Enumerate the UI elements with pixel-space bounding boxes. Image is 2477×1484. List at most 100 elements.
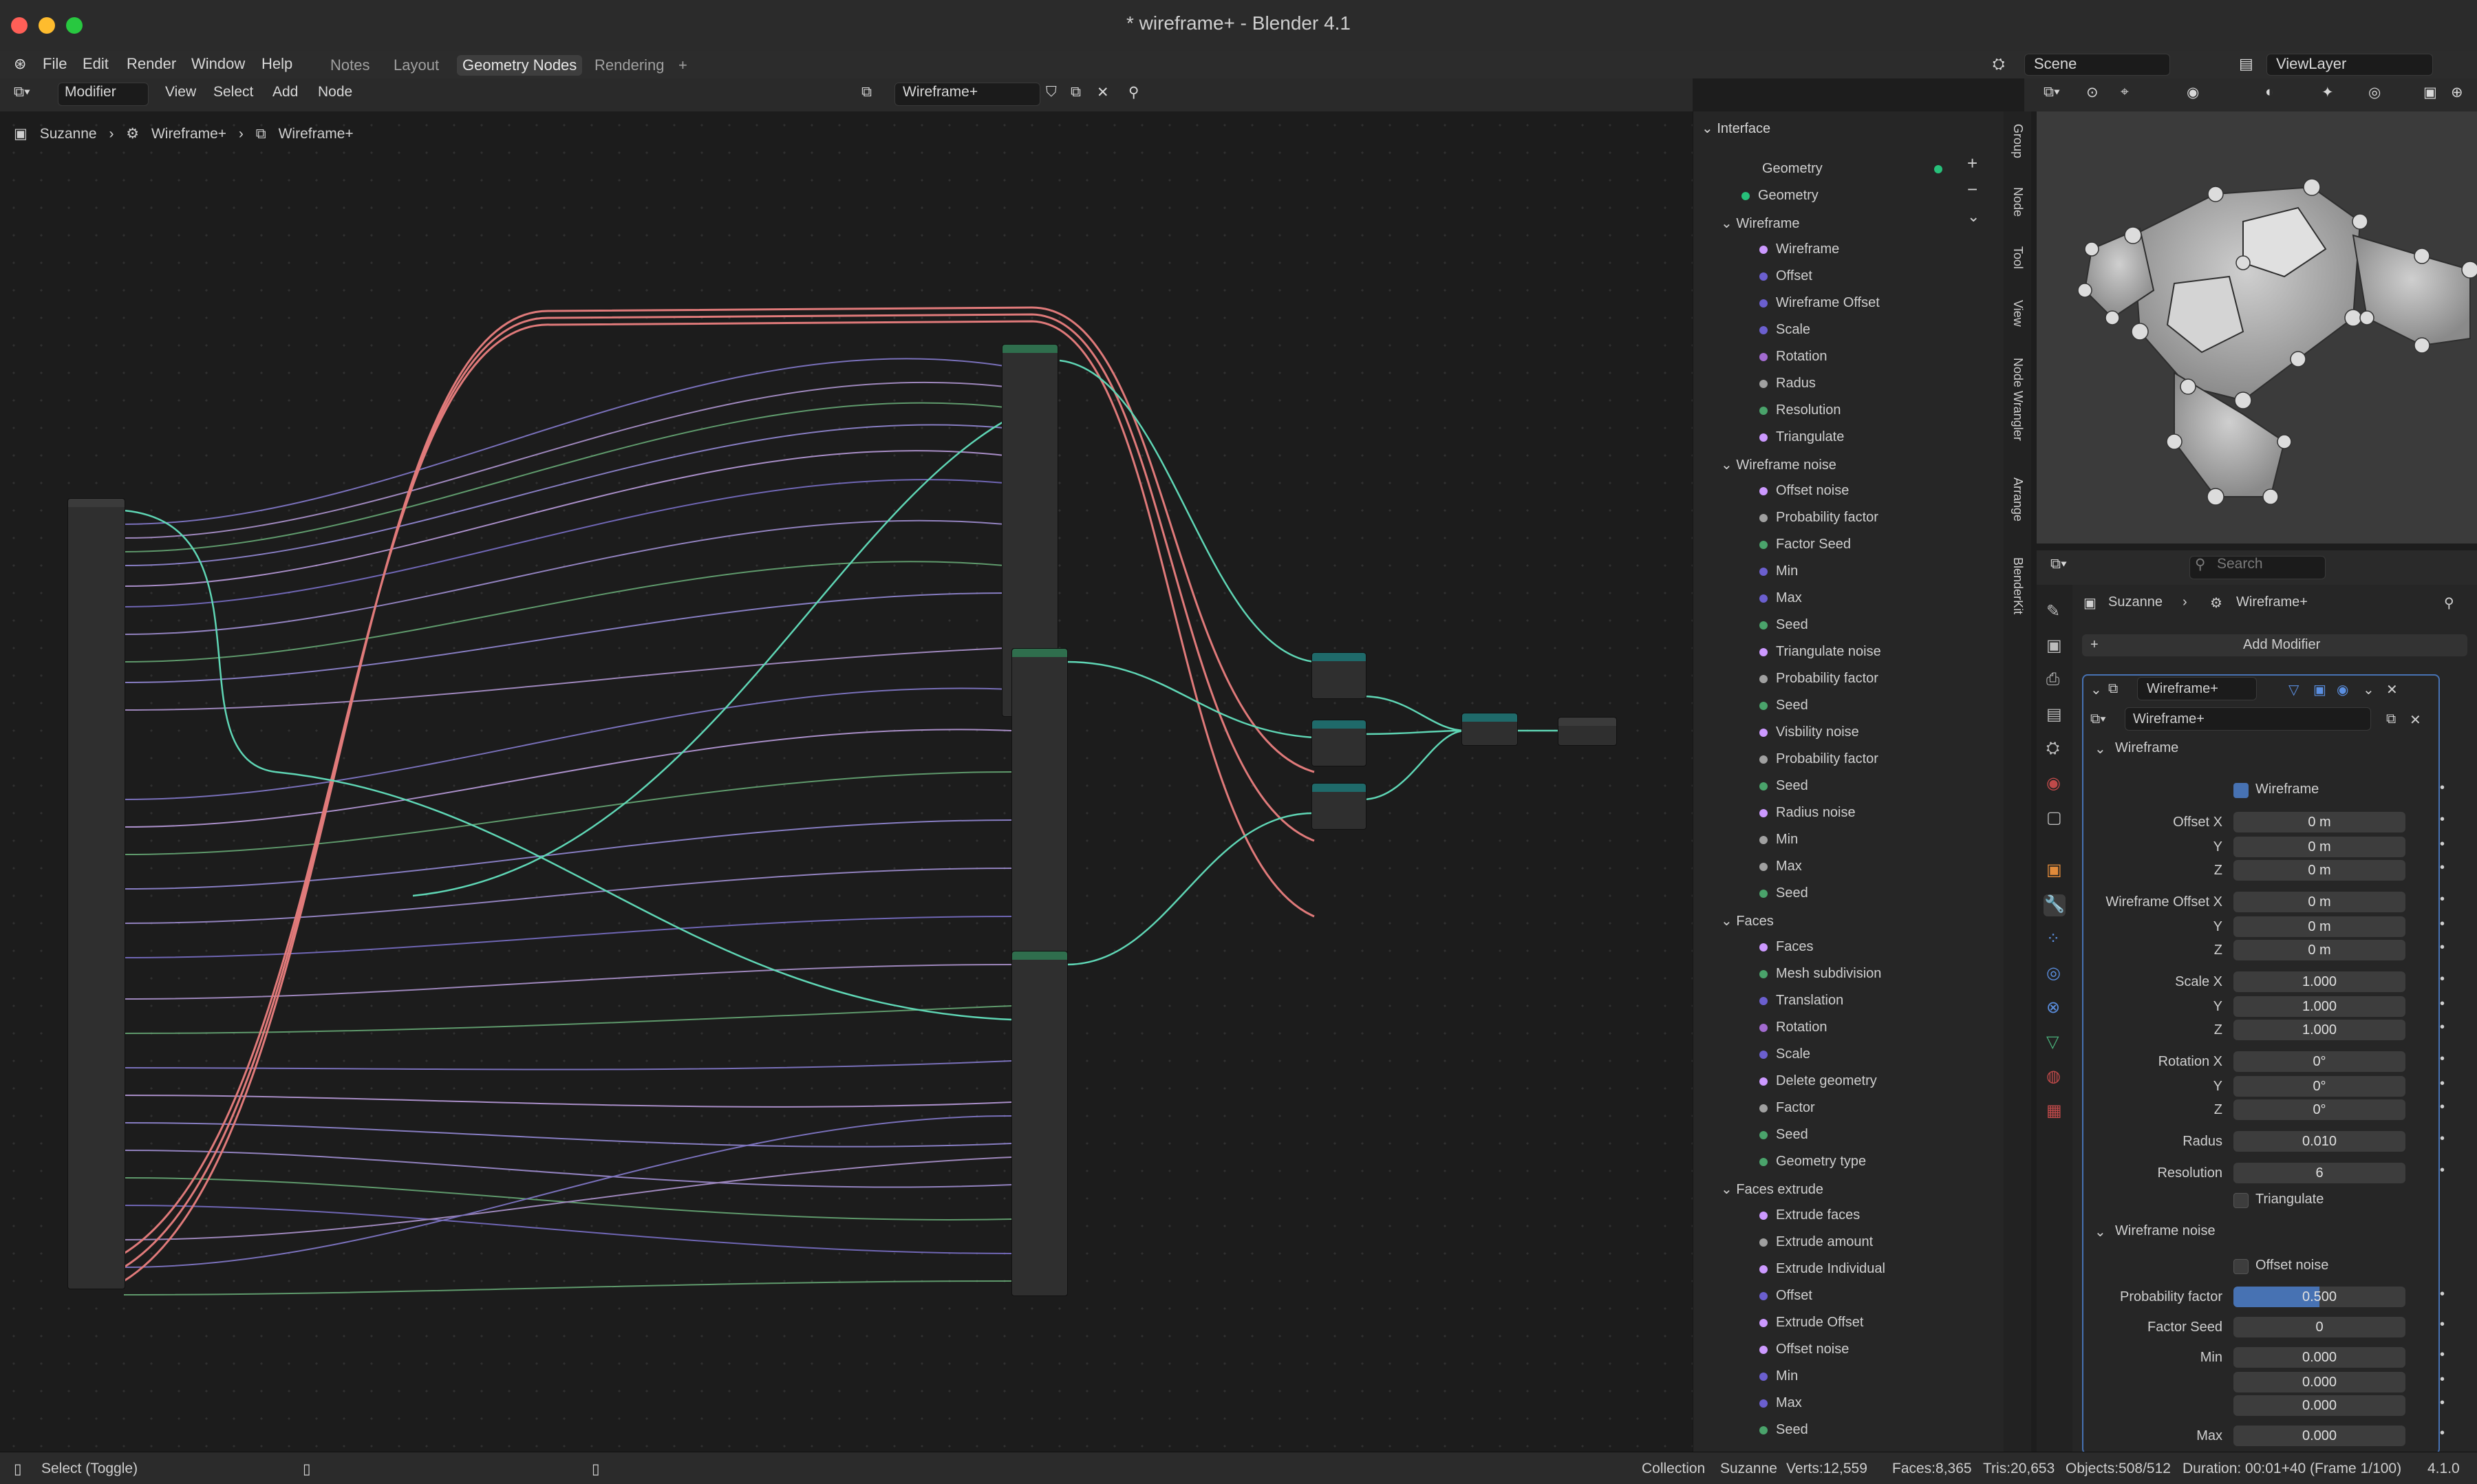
editor-type-icon[interactable]: ⧉▾ — [2044, 84, 2060, 100]
3d-viewport[interactable] — [2037, 111, 2477, 544]
menu-select[interactable]: Select — [213, 84, 253, 100]
menu-edit[interactable]: Edit — [83, 55, 109, 73]
field-value-input[interactable]: 0 m — [2233, 860, 2405, 881]
interface-socket-item[interactable]: Seed — [1759, 698, 1808, 713]
blender-logo-icon[interactable]: ⊛ — [14, 55, 26, 73]
tab-blenderkit[interactable]: BlenderKit — [2010, 557, 2025, 614]
interface-socket-item[interactable]: Seed — [1759, 778, 1808, 794]
interface-socket-item[interactable]: Extrude faces — [1759, 1207, 1860, 1223]
workspace-tab-layout[interactable]: Layout — [388, 55, 444, 76]
chevron-down-icon[interactable]: ⌄ — [1967, 208, 1980, 226]
tool-tab-icon[interactable]: ✎ — [2046, 601, 2060, 621]
keyframe-dot-icon[interactable]: • — [2440, 940, 2445, 956]
editor-type-icon[interactable]: ⧉▾ — [14, 84, 30, 100]
interface-socket-item[interactable]: Triangulate noise — [1759, 644, 1881, 660]
interface-socket-item[interactable]: Factor Seed — [1759, 537, 1851, 552]
menu-node[interactable]: Node — [318, 84, 352, 100]
tab-group[interactable]: Group — [2010, 124, 2025, 158]
interface-socket-item[interactable]: Radus — [1759, 376, 1816, 391]
interface-socket-item[interactable]: Translation — [1759, 993, 1843, 1009]
interface-socket-item[interactable]: Visbility noise — [1759, 724, 1859, 740]
add-item-icon[interactable]: + — [1967, 153, 1977, 174]
group-output-node[interactable] — [1558, 717, 1617, 746]
physics-tab-icon[interactable]: ◎ — [2046, 963, 2061, 983]
extrude-node[interactable] — [1011, 951, 1068, 1296]
particles-tab-icon[interactable]: ⁘ — [2046, 929, 2060, 949]
xray-icon[interactable]: ▣ — [2423, 84, 2437, 101]
keyframe-dot-icon[interactable]: • — [2440, 1163, 2445, 1179]
interface-socket-item[interactable]: Seed — [1759, 617, 1808, 633]
unlink-icon[interactable]: ✕ — [2410, 711, 2421, 729]
keyframe-dot-icon[interactable]: • — [2440, 971, 2445, 987]
keyframe-dot-icon[interactable]: • — [2440, 1317, 2445, 1333]
remove-item-icon[interactable]: − — [1967, 179, 1977, 200]
keyframe-dot-icon[interactable]: • — [2440, 780, 2445, 796]
dropdown-icon[interactable]: ⌄ — [2363, 681, 2374, 698]
tab-tool[interactable]: Tool — [2010, 246, 2025, 269]
node-canvas[interactable]: ▣ Suzanne › ⚙ Wireframe+ › ⧉ Wireframe+ — [0, 111, 1693, 1452]
unlink-icon[interactable]: ✕ — [1097, 84, 1109, 101]
field-value-input[interactable]: 0 — [2233, 1317, 2405, 1337]
interface-socket-item[interactable]: Offset — [1759, 1288, 1812, 1304]
texture-tab-icon[interactable]: ▦ — [2046, 1101, 2062, 1121]
keyframe-dot-icon[interactable]: • — [2440, 916, 2445, 932]
interface-panel-1[interactable]: ⌄ Wireframe noise — [1721, 456, 1836, 473]
constraints-tab-icon[interactable]: ⊗ — [2046, 998, 2060, 1018]
snap-icon[interactable]: ⌖ — [2121, 84, 2129, 100]
interface-socket-item[interactable]: Radius noise — [1759, 805, 1856, 821]
overlays-icon[interactable]: ◎ — [2368, 84, 2381, 101]
keyframe-dot-icon[interactable]: • — [2440, 1287, 2445, 1302]
interface-panel-2[interactable]: ⌄ Faces — [1721, 912, 1774, 929]
interface-output-geometry[interactable]: Geometry — [1762, 161, 1823, 177]
keyframe-dot-icon[interactable]: • — [2440, 860, 2445, 876]
menu-render[interactable]: Render — [127, 55, 176, 73]
group-input-node[interactable] — [67, 498, 125, 1289]
triangulate-checkbox[interactable] — [2233, 1193, 2249, 1208]
field-value-input[interactable]: 0.000 — [2233, 1426, 2405, 1446]
tab-node[interactable]: Node — [2010, 187, 2025, 217]
node-tree-icon[interactable]: ⧉▾ — [2090, 711, 2106, 727]
field-value-input[interactable]: 0 m — [2233, 837, 2405, 857]
fake-user-icon[interactable]: ⛉ — [1046, 84, 1057, 100]
interface-socket-item[interactable]: Max — [1759, 1395, 1802, 1411]
modifier-tab-icon[interactable]: 🔧 — [2044, 894, 2066, 916]
interface-socket-item[interactable]: Seed — [1759, 1422, 1808, 1438]
field-value-input[interactable]: 0° — [2233, 1099, 2405, 1120]
interface-socket-item[interactable]: Factor — [1759, 1100, 1815, 1116]
scene-tab-icon[interactable]: ⛭ — [2046, 739, 2059, 758]
interface-socket-item[interactable]: Offset noise — [1759, 483, 1849, 499]
render-toggle-icon[interactable]: ◉ — [2337, 681, 2348, 698]
pin-icon[interactable]: ⚲ — [1128, 84, 1139, 101]
collection-tab-icon[interactable]: ▢ — [2046, 808, 2062, 828]
data-tab-icon[interactable]: ▽ — [2046, 1032, 2059, 1052]
interface-socket-item[interactable]: Extrude Individual — [1759, 1261, 1885, 1277]
proportional-edit-icon[interactable]: ◉ — [2187, 84, 2199, 101]
field-value-input[interactable]: 6 — [2233, 1163, 2405, 1183]
workspace-tab-geometry-nodes[interactable]: Geometry Nodes — [457, 55, 583, 76]
interface-socket-item[interactable]: Min — [1759, 563, 1798, 579]
world-tab-icon[interactable]: ◉ — [2046, 773, 2061, 793]
edit-mode-toggle-icon[interactable]: ▽ — [2288, 681, 2299, 698]
properties-modifier-name[interactable]: Wireframe+ — [2236, 594, 2308, 610]
add-workspace-icon[interactable]: + — [673, 55, 693, 76]
keyframe-dot-icon[interactable]: • — [2440, 1131, 2445, 1147]
interface-socket-item[interactable]: Min — [1759, 1368, 1798, 1384]
field-value-input[interactable]: 1.000 — [2233, 1020, 2405, 1040]
delete-modifier-icon[interactable]: ✕ — [2386, 681, 2398, 698]
interface-socket-item[interactable]: Probability factor — [1759, 751, 1878, 767]
editor-type-icon[interactable]: ⧉▾ — [2050, 556, 2067, 572]
chevron-down-icon[interactable]: ⌄ — [2094, 740, 2106, 757]
join-geometry-node[interactable] — [1461, 713, 1518, 746]
shading-wireframe-icon[interactable]: ⊕ — [2451, 84, 2463, 101]
field-value-input[interactable]: 0.000 — [2233, 1395, 2405, 1416]
field-value-input[interactable]: 0° — [2233, 1076, 2405, 1097]
interface-socket-item[interactable]: Delete geometry — [1759, 1073, 1877, 1089]
interface-socket-item[interactable]: Offset noise — [1759, 1342, 1849, 1357]
view-layer-tab-icon[interactable]: ▤ — [2046, 705, 2062, 724]
keyframe-dot-icon[interactable]: • — [2440, 1395, 2445, 1411]
keyframe-dot-icon[interactable]: • — [2440, 1051, 2445, 1067]
keyframe-dot-icon[interactable]: • — [2440, 892, 2445, 907]
workspace-tab-notes[interactable]: Notes — [325, 55, 375, 76]
interface-socket-item[interactable]: Rotation — [1759, 349, 1827, 365]
wireframe-checkbox[interactable] — [2233, 783, 2249, 798]
